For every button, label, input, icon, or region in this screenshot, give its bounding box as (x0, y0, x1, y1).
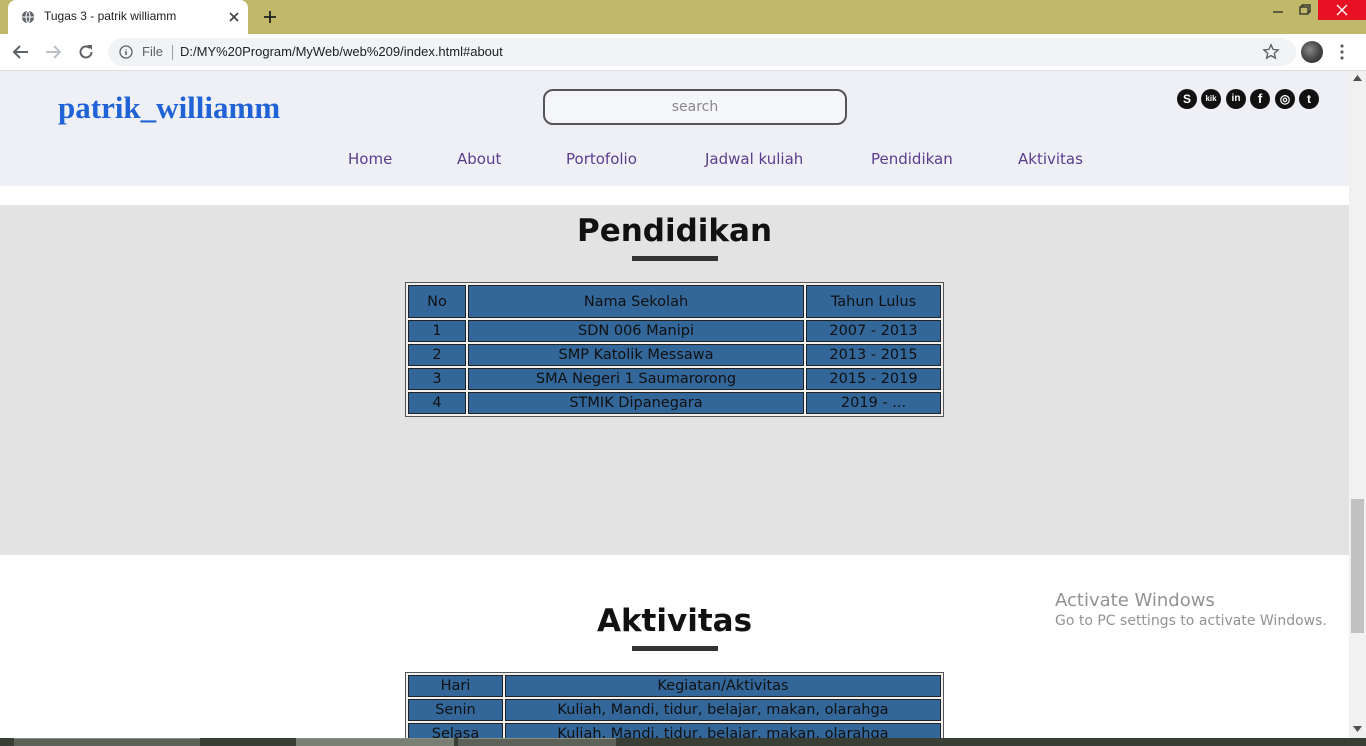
title-underline (632, 256, 718, 261)
os-taskbar (0, 738, 1366, 746)
linkedin-icon[interactable]: in (1226, 89, 1246, 109)
table-cell: STMIK Dipanegara (468, 392, 804, 414)
url-text[interactable]: D:/MY%20Program/MyWeb/web%209/index.html… (180, 44, 503, 59)
table-row: 3 SMA Negeri 1 Saumarorong 2015 - 2019 (408, 368, 941, 390)
more-menu-icon[interactable] (1336, 43, 1348, 61)
title-underline (632, 646, 718, 651)
browser-tab[interactable]: Tugas 3 - patrik williamm (8, 0, 248, 34)
close-tab-icon[interactable] (226, 9, 242, 25)
pendidikan-title: Pendidikan (576, 213, 773, 249)
divider (172, 45, 173, 60)
column-header: Kegiatan/Aktivitas (505, 675, 941, 697)
info-icon[interactable] (119, 45, 133, 59)
table-cell: 2 (408, 344, 466, 366)
pendidikan-section: Pendidikan No Nama Sekolah Tahun Lulus 1… (0, 205, 1349, 555)
nav-jadwal-kuliah[interactable]: Jadwal kuliah (705, 150, 803, 168)
skype-icon[interactable]: S (1177, 89, 1197, 109)
close-window-icon (1336, 4, 1348, 16)
table-cell: Kuliah, Mandi, tidur, belajar, makan, ol… (505, 699, 941, 721)
column-header: No (408, 285, 466, 318)
kik-icon[interactable]: kik (1201, 89, 1221, 109)
table-header-row: No Nama Sekolah Tahun Lulus (408, 285, 941, 318)
scroll-up-arrow-icon[interactable] (1353, 75, 1362, 81)
search-input[interactable] (543, 89, 847, 125)
table-cell: Senin (408, 699, 503, 721)
nav-portofolio[interactable]: Portofolio (566, 150, 637, 168)
tab-title: Tugas 3 - patrik williamm (44, 9, 177, 23)
reload-icon[interactable] (77, 43, 95, 61)
table-row: 1 SDN 006 Manipi 2007 - 2013 (408, 320, 941, 342)
site-header: patrik_williamm S kik in f ◎ t Home Abou… (0, 71, 1349, 186)
table-row: 2 SMP Katolik Messawa 2013 - 2015 (408, 344, 941, 366)
table-cell: SMA Negeri 1 Saumarorong (468, 368, 804, 390)
address-bar[interactable]: File D:/MY%20Program/MyWeb/web%209/index… (108, 38, 1296, 66)
table-header-row: Hari Kegiatan/Aktivitas (408, 675, 941, 697)
table-row: Senin Kuliah, Mandi, tidur, belajar, mak… (408, 699, 941, 721)
nav-about[interactable]: About (457, 150, 501, 168)
minimize-icon[interactable] (1266, 2, 1290, 18)
section-spacer (0, 186, 1349, 205)
table-cell: 2019 - ... (806, 392, 941, 414)
bookmark-star-icon[interactable] (1262, 43, 1280, 61)
tumblr-icon[interactable]: t (1299, 89, 1319, 109)
column-header: Nama Sekolah (468, 285, 804, 318)
nav-pendidikan[interactable]: Pendidikan (871, 150, 953, 168)
profile-avatar[interactable] (1301, 41, 1323, 63)
table-cell: SDN 006 Manipi (468, 320, 804, 342)
table-cell: Selasa (408, 723, 503, 738)
back-arrow-icon[interactable] (12, 43, 30, 61)
table-row: Selasa Kuliah, Mandi, tidur, belajar, ma… (408, 723, 941, 738)
site-logo[interactable]: patrik_williamm (58, 90, 280, 126)
globe-icon (21, 10, 35, 24)
aktivitas-table: Hari Kegiatan/Aktivitas Senin Kuliah, Ma… (405, 672, 944, 738)
page-scrollbar[interactable] (1349, 71, 1366, 738)
table-cell: SMP Katolik Messawa (468, 344, 804, 366)
restore-icon[interactable] (1292, 2, 1316, 18)
pendidikan-table: No Nama Sekolah Tahun Lulus 1 SDN 006 Ma… (405, 282, 944, 417)
instagram-icon[interactable]: ◎ (1275, 89, 1295, 109)
table-cell: 3 (408, 368, 466, 390)
nav-home[interactable]: Home (348, 150, 392, 168)
browser-tab-strip: Tugas 3 - patrik williamm (0, 0, 1366, 34)
table-cell: 4 (408, 392, 466, 414)
taskbar-item[interactable] (14, 738, 200, 746)
page-viewport: patrik_williamm S kik in f ◎ t Home Abou… (0, 71, 1349, 738)
nav-aktivitas[interactable]: Aktivitas (1018, 150, 1083, 168)
taskbar-item[interactable] (296, 738, 454, 746)
table-cell: 2015 - 2019 (806, 368, 941, 390)
column-header: Hari (408, 675, 503, 697)
forward-arrow-icon[interactable] (44, 43, 62, 61)
table-cell: 2013 - 2015 (806, 344, 941, 366)
new-tab-icon[interactable] (262, 9, 278, 25)
table-cell: 2007 - 2013 (806, 320, 941, 342)
scroll-down-arrow-icon[interactable] (1353, 726, 1362, 732)
aktivitas-title: Aktivitas (596, 603, 753, 639)
table-row: 4 STMIK Dipanegara 2019 - ... (408, 392, 941, 414)
taskbar-item[interactable] (458, 738, 616, 746)
table-cell: Kuliah, Mandi, tidur, belajar, makan, ol… (505, 723, 941, 738)
facebook-icon[interactable]: f (1250, 89, 1270, 109)
file-label: File (142, 44, 163, 59)
column-header: Tahun Lulus (806, 285, 941, 318)
close-window-button[interactable] (1318, 0, 1366, 20)
table-cell: 1 (408, 320, 466, 342)
scrollbar-thumb[interactable] (1351, 499, 1364, 633)
browser-toolbar: File D:/MY%20Program/MyWeb/web%209/index… (0, 34, 1366, 71)
aktivitas-section: Aktivitas Hari Kegiatan/Aktivitas Senin … (0, 555, 1349, 738)
